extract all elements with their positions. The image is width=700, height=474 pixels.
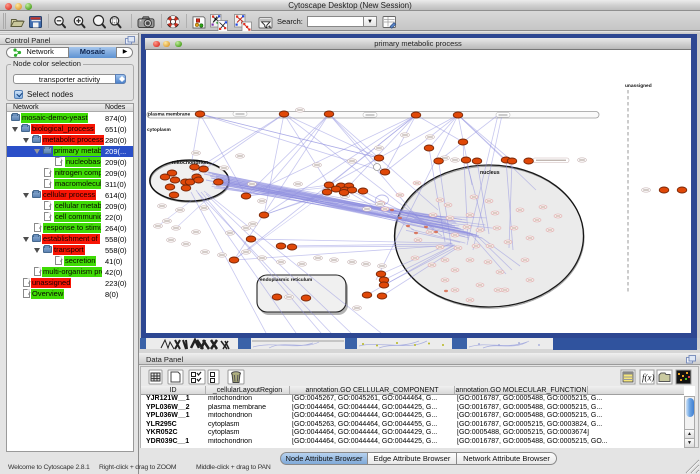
svg-text:cytoplasm: cytoplasm (147, 127, 171, 133)
svg-text:mitochondrion: mitochondrion (172, 160, 208, 166)
svg-text:endoplasmic reticulum: endoplasmic reticulum (260, 277, 312, 283)
svg-text:nucleus: nucleus (480, 170, 500, 176)
svg-text:plasma membrane: plasma membrane (148, 112, 190, 118)
svg-text:unassigned: unassigned (625, 83, 652, 89)
svg-text:f(x): f(x) (642, 373, 655, 383)
